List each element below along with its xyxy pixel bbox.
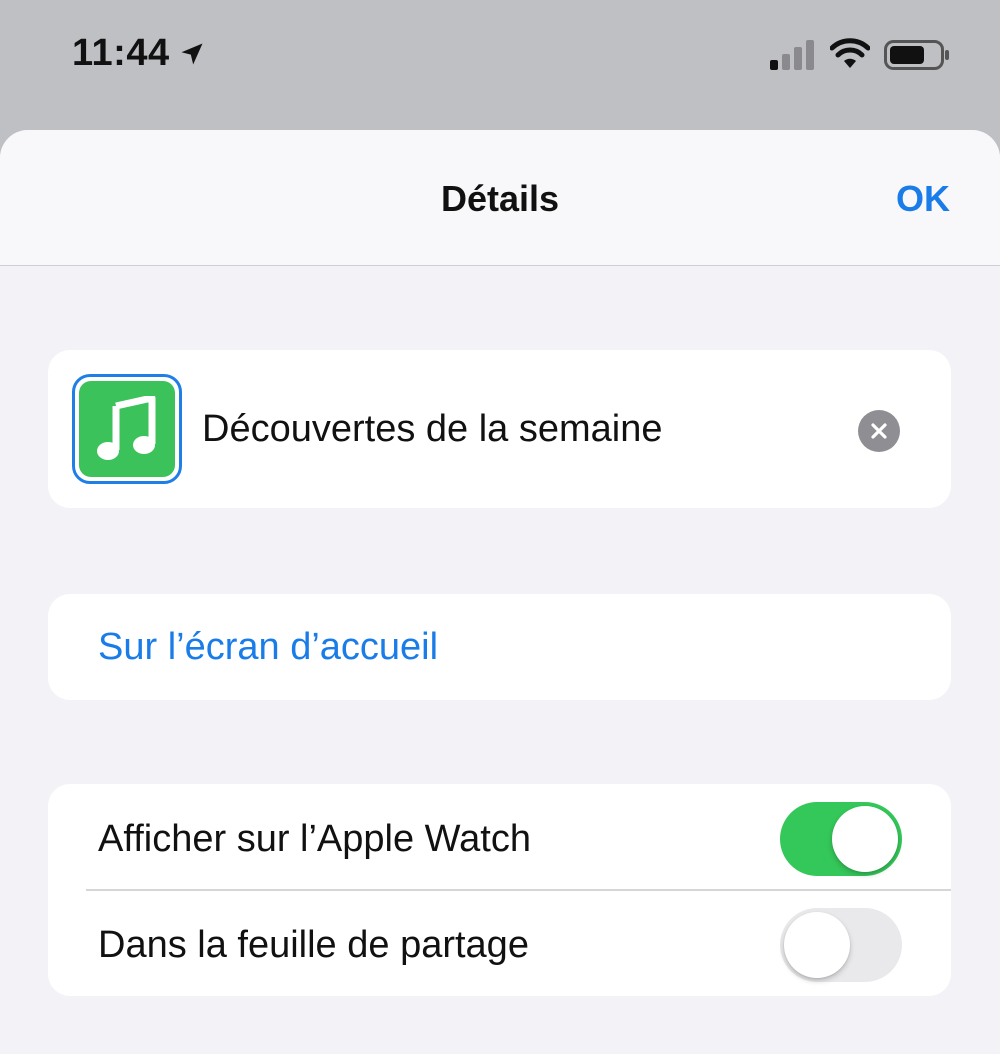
status-bar: 11:44 [0,0,1000,130]
shortcut-name-field[interactable]: Découvertes de la semaine [202,408,662,451]
shortcut-name-card: Découvertes de la semaine [48,350,951,508]
switch-knob [832,806,898,872]
home-screen-card: Sur l’écran d’accueil [48,594,951,700]
options-card: Afficher sur l’Apple Watch Dans la feuil… [48,784,951,996]
share-sheet-switch[interactable] [780,908,902,982]
music-app-tile [79,381,175,477]
share-sheet-label: Dans la feuille de partage [98,924,529,966]
clear-x-icon [871,423,887,439]
switch-knob [784,912,850,978]
battery-icon [884,40,949,70]
add-to-home-screen-link[interactable]: Sur l’écran d’accueil [98,626,438,669]
music-note-icon [97,396,156,460]
cellular-signal-icon [770,40,814,70]
share-sheet-row: Dans la feuille de partage [48,890,951,996]
details-sheet: Détails OK Découvertes de la semaine Sur… [0,130,1000,1054]
shortcut-icon-button[interactable] [72,374,182,484]
location-arrow-icon [181,43,203,65]
page-title: Détails [440,178,560,219]
wifi-icon [830,38,870,68]
apple-watch-label: Afficher sur l’Apple Watch [98,818,531,860]
clear-name-button[interactable] [858,410,900,452]
apple-watch-row: Afficher sur l’Apple Watch [48,784,951,891]
ok-button[interactable]: OK [896,178,950,220]
status-time: 11:44 [72,32,170,74]
apple-watch-switch[interactable] [780,802,902,876]
navigation-bar: Détails OK [0,130,1000,266]
